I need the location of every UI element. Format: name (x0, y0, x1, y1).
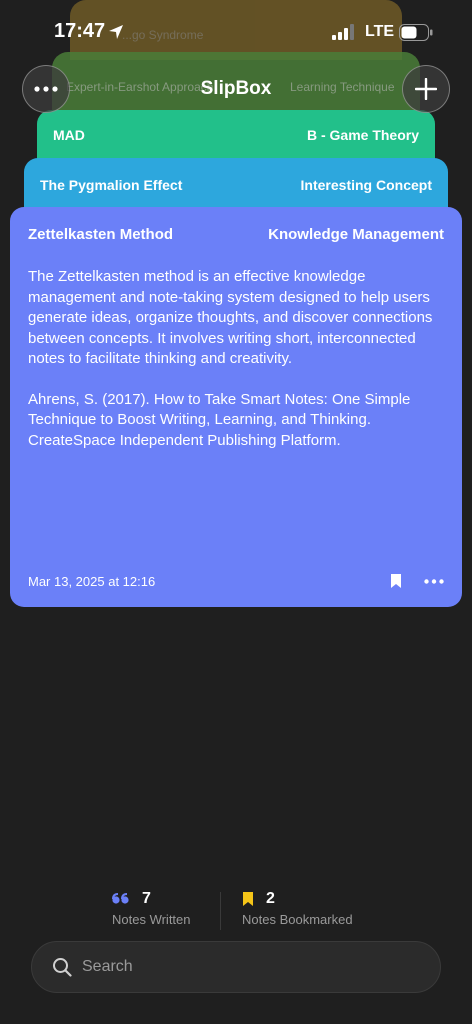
note-category: B - Game Theory (306, 127, 419, 143)
note-body: The Zettelkasten method is an effective … (28, 267, 444, 451)
notes-bookmarked-count: 2 (266, 890, 275, 907)
search-bar[interactable]: Search (31, 941, 441, 993)
notes-written-stat: 7 Notes Written (112, 890, 191, 927)
note-card-mad[interactable]: MAD B - Game Theory (37, 110, 435, 162)
battery-icon (399, 24, 433, 41)
quote-icon (112, 893, 129, 904)
note-title: MAD (53, 127, 85, 143)
stats-divider (220, 892, 221, 930)
note-content: The Zettelkasten method is an effective … (28, 268, 433, 367)
status-time: 17:47 (54, 20, 106, 42)
note-card-pygmalion[interactable]: The Pygmalion Effect Interesting Concept (24, 158, 448, 214)
note-category: Knowledge Management (268, 226, 444, 243)
status-bar: 17:47 LTE (0, 0, 472, 64)
note-reference: Ahrens, S. (2017). How to Take Smart Not… (28, 390, 411, 449)
more-icon[interactable] (424, 578, 444, 584)
note-title: The Pygmalion Effect (40, 177, 183, 193)
add-note-button[interactable] (402, 65, 450, 113)
screen: ...go Syndrome Expert-in-Earshot Approac… (0, 0, 472, 1024)
note-card-zettelkasten[interactable]: Zettelkasten Method Knowledge Management… (10, 207, 462, 607)
notes-bookmarked-stat: 2 Notes Bookmarked (242, 890, 353, 927)
location-arrow-icon (109, 25, 123, 39)
note-category: Interesting Concept (300, 177, 432, 193)
note-date: Mar 13, 2025 at 12:16 (28, 573, 156, 589)
plus-icon (415, 78, 437, 100)
signal-icon (332, 24, 354, 40)
search-input[interactable]: Search (82, 958, 133, 976)
stats-bar: 7 Notes Written 2 Notes Bookmarked (0, 890, 472, 932)
note-title: Zettelkasten Method (28, 226, 174, 243)
notes-written-count: 7 (142, 890, 151, 907)
bookmark-icon (243, 892, 253, 906)
notes-bookmarked-label: Notes Bookmarked (242, 912, 353, 927)
search-icon (53, 958, 72, 977)
notes-written-label: Notes Written (112, 912, 191, 927)
network-type: LTE (365, 23, 395, 40)
bookmark-icon[interactable] (390, 573, 402, 589)
